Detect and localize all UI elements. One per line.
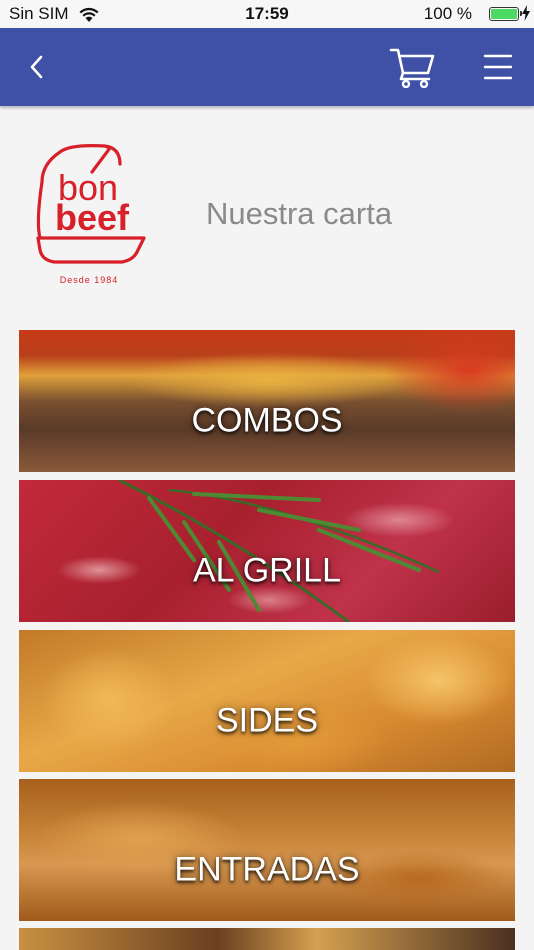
page-title: Nuestra carta: [206, 196, 393, 231]
charging-bolt-icon: [522, 5, 530, 21]
category-sides[interactable]: SIDES: [19, 630, 515, 772]
logo-text-beef: beef: [55, 197, 130, 238]
battery-percentage: 100 %: [423, 4, 472, 23]
category-partial[interactable]: [19, 928, 515, 950]
category-al-grill[interactable]: AL GRILL: [19, 480, 515, 622]
bon-beef-logo: bon beef Desde 1984: [36, 144, 146, 285]
navigation-bar: [0, 28, 534, 106]
logo-tagline: Desde 1984: [60, 275, 119, 285]
status-bar: Sin SIM 17:59 100 %: [0, 0, 534, 28]
category-entradas[interactable]: ENTRADAS: [19, 779, 515, 921]
cart-icon[interactable]: [388, 46, 436, 88]
category-label: ENTRADAS: [174, 850, 360, 889]
category-combos[interactable]: COMBOS: [19, 330, 515, 472]
battery-icon: [489, 7, 522, 21]
chevron-left-icon[interactable]: [22, 50, 52, 84]
category-label: COMBOS: [191, 401, 343, 440]
category-label: AL GRILL: [192, 551, 342, 590]
hamburger-menu-icon[interactable]: [482, 50, 514, 84]
category-label: SIDES: [215, 701, 319, 740]
